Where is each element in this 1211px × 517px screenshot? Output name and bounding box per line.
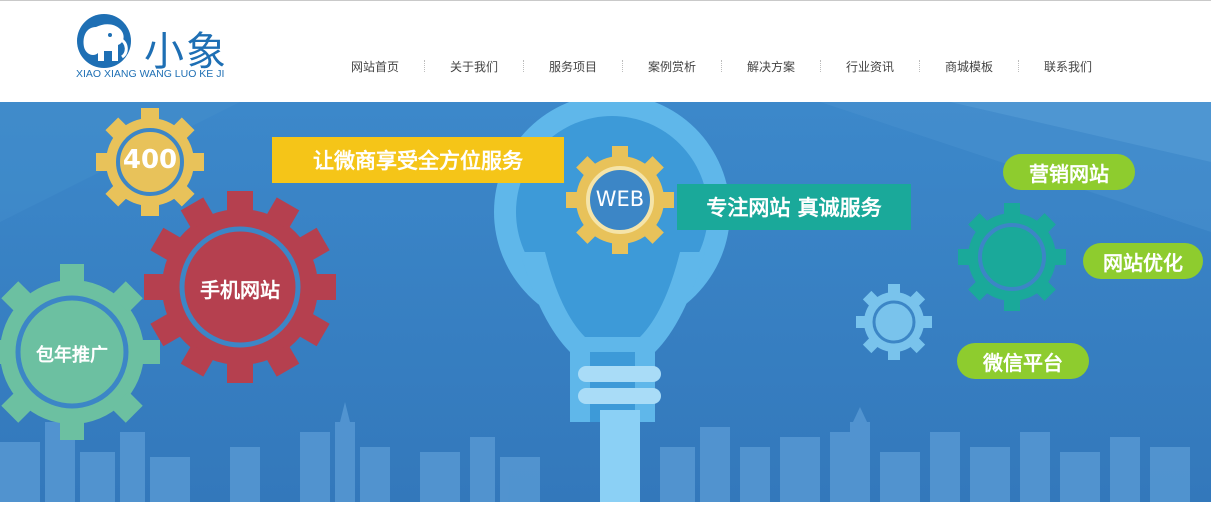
gear-promo-label: 包年推广 — [36, 345, 108, 366]
web-label: WEB — [595, 187, 645, 211]
elephant-logo-icon — [77, 14, 131, 68]
slogan-teal-text: 专注网站 真诚服务 — [706, 196, 882, 220]
gear-400-label: 400 — [122, 145, 178, 175]
main-nav: 网站首页 关于我们 服务项目 案例赏析 解决方案 行业资讯 商城模板 联系我们 — [326, 55, 1117, 77]
nav-contact[interactable]: 联系我们 — [1019, 58, 1117, 75]
nav-templates[interactable]: 商城模板 — [920, 58, 1018, 75]
nav-about[interactable]: 关于我们 — [425, 58, 523, 75]
pill-seo: 网站优化 — [1083, 243, 1203, 279]
gear-teal — [958, 203, 1066, 311]
nav-services[interactable]: 服务项目 — [524, 58, 622, 75]
nav-solutions[interactable]: 解决方案 — [722, 58, 820, 75]
hero-banner[interactable]: 让微商享受全方位服务 专注网站 真诚服务 WEB 400 手机网站 包年推广 营… — [0, 102, 1211, 502]
gear-small-blue — [856, 284, 932, 360]
nav-cases[interactable]: 案例赏析 — [623, 58, 721, 75]
slogan-yellow: 让微商享受全方位服务 — [272, 137, 564, 183]
slogan-yellow-text: 让微商享受全方位服务 — [313, 149, 523, 173]
gear-mobile-label: 手机网站 — [200, 278, 280, 302]
pill-marketing-site: 营销网站 — [1003, 154, 1135, 190]
slogan-teal: 专注网站 真诚服务 — [677, 184, 911, 230]
page-bottom-strip — [0, 502, 1211, 517]
site-header: 小象 XIAO XIANG WANG LUO KE JI 网站首页 关于我们 服… — [0, 1, 1211, 102]
nav-home[interactable]: 网站首页 — [326, 58, 424, 75]
site-logo[interactable]: 小象 XIAO XIANG WANG LUO KE JI — [74, 13, 264, 89]
logo-subtitle: XIAO XIANG WANG LUO KE JI — [76, 68, 225, 80]
pill-marketing-text: 营销网站 — [1029, 161, 1109, 186]
pill-wechat: 微信平台 — [957, 343, 1089, 379]
pill-wechat-text: 微信平台 — [983, 350, 1063, 375]
nav-news[interactable]: 行业资讯 — [821, 58, 919, 75]
pill-seo-text: 网站优化 — [1103, 250, 1183, 275]
